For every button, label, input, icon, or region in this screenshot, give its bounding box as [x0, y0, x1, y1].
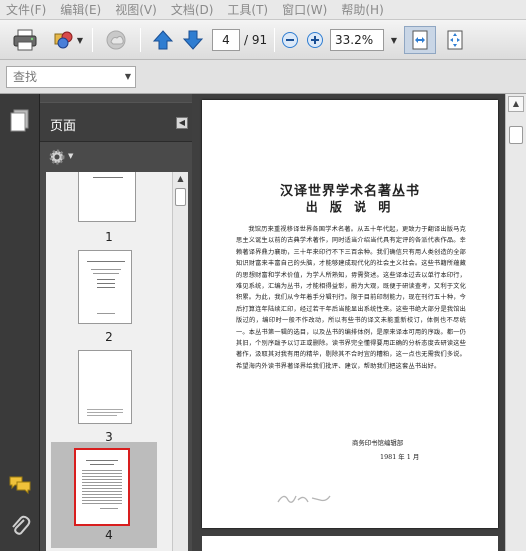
prev-page-icon	[152, 30, 174, 50]
fullscreen-icon	[447, 30, 463, 50]
zoom-dropdown[interactable]: ▼	[388, 26, 400, 54]
search-input[interactable]: 查找 ▼	[6, 66, 136, 88]
thumbnail-page[interactable]	[78, 250, 132, 324]
attachments-nav-button[interactable]	[8, 514, 32, 538]
prev-page-button[interactable]	[150, 26, 176, 54]
handwritten-mark	[277, 495, 331, 503]
thumbnail-list: 1 2 3 4	[46, 172, 172, 551]
menu-file[interactable]: 文件(F)	[6, 1, 46, 18]
menu-tools[interactable]: 工具(T)	[227, 1, 268, 18]
document-body: 我馆历来重视移译世界各国学术名著。从五十年代起，更致力于翻译出版马克思主义诞生以…	[236, 224, 466, 372]
page-total: / 91	[244, 33, 268, 47]
thumbnail-number: 1	[105, 230, 113, 244]
cloud-button	[102, 26, 132, 54]
comments-icon	[9, 476, 31, 495]
collapse-panel-button[interactable]: ◀	[176, 117, 188, 129]
attachments-icon	[12, 515, 31, 535]
pages-panel: 页面 ◀ ▼ 1 2 3 4 ▲	[40, 94, 192, 551]
menu-help[interactable]: 帮助(H)	[341, 1, 383, 18]
thumbnail-page[interactable]	[74, 448, 130, 526]
zoom-out-icon	[282, 32, 298, 48]
thumbnail-page[interactable]	[78, 350, 132, 424]
next-page-button[interactable]	[180, 26, 206, 54]
thumbnail-number: 2	[105, 330, 113, 344]
thumbnail-number: 4	[105, 528, 113, 542]
document-scrollbar[interactable]: ▲	[505, 94, 526, 551]
pages-nav-button[interactable]	[8, 108, 32, 134]
fit-width-icon	[412, 30, 428, 50]
menu-edit[interactable]: 编辑(E)	[60, 1, 101, 18]
disabled-cloud-icon	[106, 30, 126, 50]
document-view: 汉译世界学术名著丛书 出 版 说 明 我馆历来重视移译世界各国学术名著。从五十年…	[192, 94, 526, 551]
chevron-down-icon[interactable]: ▼	[125, 67, 131, 87]
share-button[interactable]: ▼	[48, 26, 86, 54]
panel-title: 页面	[50, 119, 77, 134]
share-icon	[54, 31, 73, 49]
page-number-input[interactable]: 4	[212, 29, 240, 51]
scrollbar-thumb[interactable]	[509, 126, 523, 144]
scroll-up-icon[interactable]: ▲	[173, 172, 188, 186]
scroll-up-icon[interactable]: ▲	[508, 96, 524, 112]
document-signature: 商务印书馆编辑部	[352, 439, 404, 447]
pages-icon	[10, 109, 29, 132]
chevron-left-icon: ◀	[178, 118, 186, 127]
panel-options-button[interactable]: ▼	[48, 148, 78, 166]
zoom-input[interactable]: 33.2%	[330, 29, 384, 51]
comments-nav-button[interactable]	[8, 474, 32, 496]
chevron-down-icon: ▼	[68, 152, 74, 160]
navigation-rail	[0, 94, 40, 551]
menu-document[interactable]: 文档(D)	[171, 1, 214, 18]
zoom-in-button[interactable]	[305, 26, 325, 54]
document-page: 汉译世界学术名著丛书 出 版 说 明 我馆历来重视移译世界各国学术名著。从五十年…	[202, 100, 498, 528]
panel-header: 页面 ◀	[40, 102, 192, 142]
toolbar: ▼ 4 / 91 33.2% ▼	[0, 20, 526, 60]
document-subtitle: 出 版 说 明	[305, 200, 395, 214]
menu-view[interactable]: 视图(V)	[115, 1, 157, 18]
print-button[interactable]	[10, 26, 40, 54]
thumbnail-page[interactable]	[78, 172, 136, 222]
document-title: 汉译世界学术名著丛书	[279, 184, 420, 199]
search-row: 查找 ▼	[0, 60, 526, 94]
panel-toolbar: ▼	[40, 142, 192, 172]
thumbnail-scrollbar[interactable]: ▲	[172, 172, 188, 551]
menu-window[interactable]: 窗口(W)	[282, 1, 327, 18]
search-placeholder: 查找	[13, 70, 38, 84]
printer-icon	[13, 29, 37, 51]
zoom-out-button[interactable]	[280, 26, 300, 54]
next-page-icon	[182, 30, 204, 50]
fit-width-button[interactable]	[404, 26, 436, 54]
menu-bar: 文件(F) 编辑(E) 视图(V) 文档(D) 工具(T) 窗口(W) 帮助(H…	[0, 0, 526, 20]
chevron-down-icon: ▼	[390, 35, 398, 45]
next-document-page	[202, 536, 498, 551]
document-date: 1981 年 1 月	[380, 453, 420, 461]
fullscreen-button[interactable]	[440, 26, 470, 54]
scrollbar-thumb[interactable]	[175, 188, 186, 206]
body-paragraph: 我馆历来重视移译世界各国学术名著。从五十年代起，更致力于翻译出版马克思主义诞生以…	[236, 226, 466, 370]
zoom-in-icon	[307, 32, 323, 48]
chevron-down-icon: ▼	[76, 35, 84, 45]
gear-icon	[49, 149, 65, 165]
